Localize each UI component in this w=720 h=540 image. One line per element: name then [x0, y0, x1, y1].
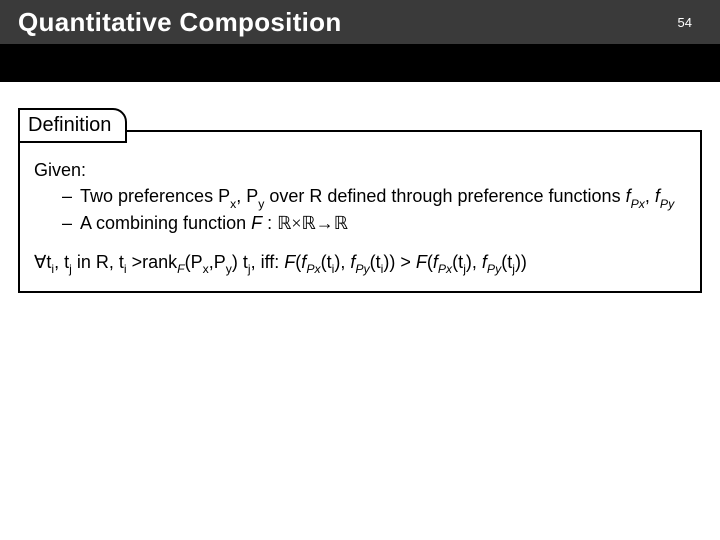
- bullet-preferences: Two preferences Px, Py over R defined th…: [62, 184, 686, 211]
- definition-tab: Definition: [18, 108, 127, 143]
- content-area: Definition Given: Two preferences Px, Py…: [0, 82, 720, 293]
- header-bar: Quantitative Composition 54: [0, 0, 720, 44]
- slide-number: 54: [678, 15, 692, 30]
- black-strip: [0, 44, 720, 82]
- conclusion: ∀ti, tj in R, ti >rankF(Px,Py) tj, iff: …: [34, 250, 686, 277]
- given-label: Given:: [34, 158, 686, 182]
- definition-body: Given: Two preferences Px, Py over R def…: [34, 158, 686, 277]
- definition-box: Definition Given: Two preferences Px, Py…: [18, 130, 702, 293]
- given-list: Two preferences Px, Py over R defined th…: [34, 184, 686, 235]
- bullet-combining-function: A combining function F : ℝ×ℝ→ℝ: [62, 211, 686, 235]
- slide-title: Quantitative Composition: [18, 7, 342, 38]
